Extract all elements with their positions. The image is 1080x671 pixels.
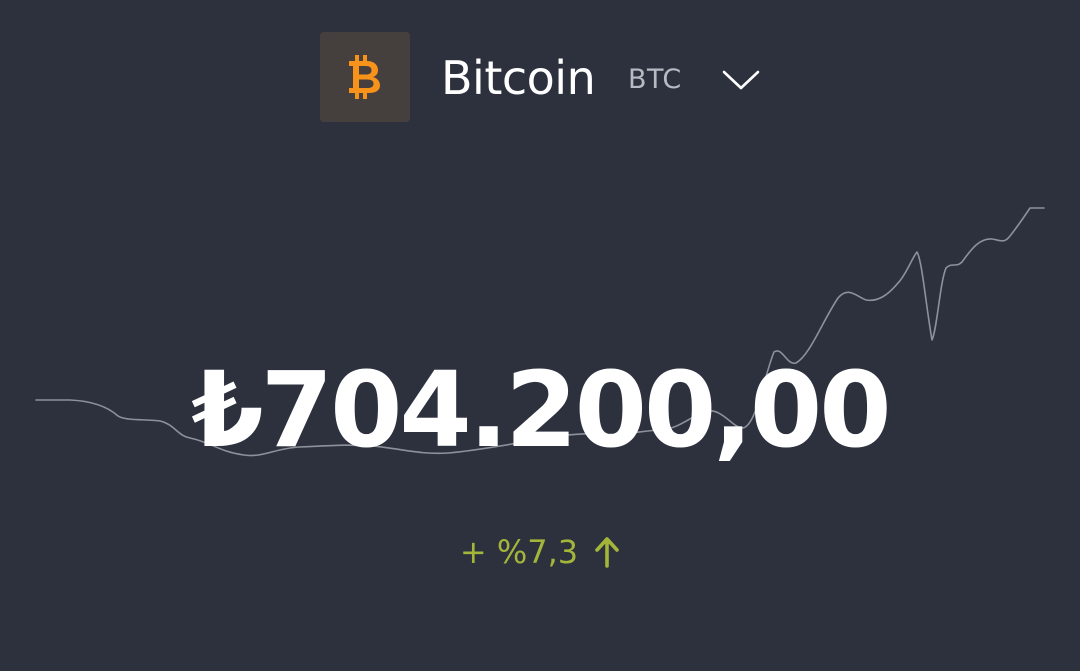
arrow-up-icon xyxy=(595,537,619,568)
price-change-percent: + %7,3 xyxy=(459,533,579,571)
coin-logo xyxy=(320,32,410,122)
current-price: ₺704.200,00 xyxy=(191,349,891,471)
coin-name: Bitcoin xyxy=(441,51,596,105)
chevron-down-icon xyxy=(722,70,760,90)
price-change: + %7,3 xyxy=(0,530,1080,574)
coin-selector-dropdown[interactable] xyxy=(710,56,772,104)
coin-header: Bitcoin BTC xyxy=(0,0,1080,160)
bitcoin-icon xyxy=(349,55,380,99)
coin-symbol: BTC xyxy=(628,64,682,95)
coin-detail-screen: Bitcoin BTC ₺704.200,00 + %7,3 xyxy=(0,0,1080,671)
